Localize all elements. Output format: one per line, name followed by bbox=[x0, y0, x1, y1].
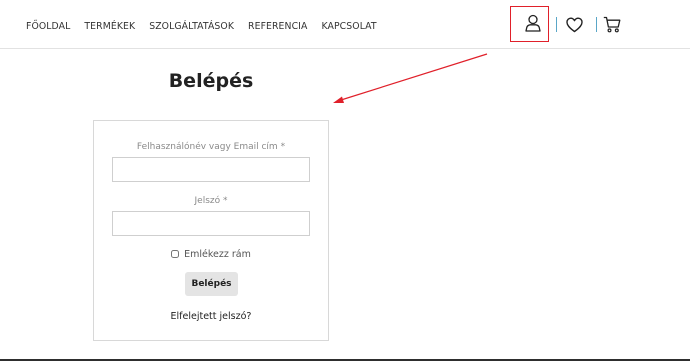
remember-checkbox[interactable] bbox=[171, 250, 180, 258]
heart-icon[interactable] bbox=[566, 17, 583, 33]
header-separator bbox=[596, 17, 597, 32]
required-mark: * bbox=[280, 142, 286, 152]
password-label-text: Jelszó bbox=[194, 196, 221, 206]
nav-item-products[interactable]: TERMÉKEK bbox=[84, 21, 135, 32]
login-form: Felhasználónév vagy Email cím * Jelszó *… bbox=[93, 120, 329, 341]
username-label: Felhasználónév vagy Email cím * bbox=[94, 142, 328, 152]
site-header: FŐOLDAL TERMÉKEK SZOLGÁLTATÁSOK REFERENC… bbox=[0, 0, 690, 49]
header-separator bbox=[556, 17, 557, 32]
username-label-text: Felhasználónév vagy Email cím bbox=[136, 142, 278, 152]
cart-icon[interactable] bbox=[603, 16, 621, 33]
page-title: Belépés bbox=[168, 70, 254, 92]
password-input[interactable] bbox=[112, 211, 310, 236]
nav-item-home[interactable]: FŐOLDAL bbox=[26, 21, 70, 32]
username-input[interactable] bbox=[112, 157, 310, 182]
nav-item-contact[interactable]: KAPCSOLAT bbox=[321, 21, 376, 32]
remember-label: Emlékezz rám bbox=[184, 249, 251, 260]
remember-me: Emlékezz rám bbox=[94, 249, 328, 260]
password-label: Jelszó * bbox=[94, 196, 328, 206]
required-mark: * bbox=[223, 196, 228, 206]
user-icon[interactable] bbox=[524, 14, 542, 32]
nav-item-references[interactable]: REFERENCIA bbox=[248, 21, 307, 32]
forgot-password-link[interactable]: Elfelejtett jelszó? bbox=[94, 311, 328, 322]
login-button[interactable]: Belépés bbox=[185, 272, 238, 296]
main-nav: FŐOLDAL TERMÉKEK SZOLGÁLTATÁSOK REFERENC… bbox=[26, 21, 391, 32]
nav-item-services[interactable]: SZOLGÁLTATÁSOK bbox=[149, 21, 234, 32]
